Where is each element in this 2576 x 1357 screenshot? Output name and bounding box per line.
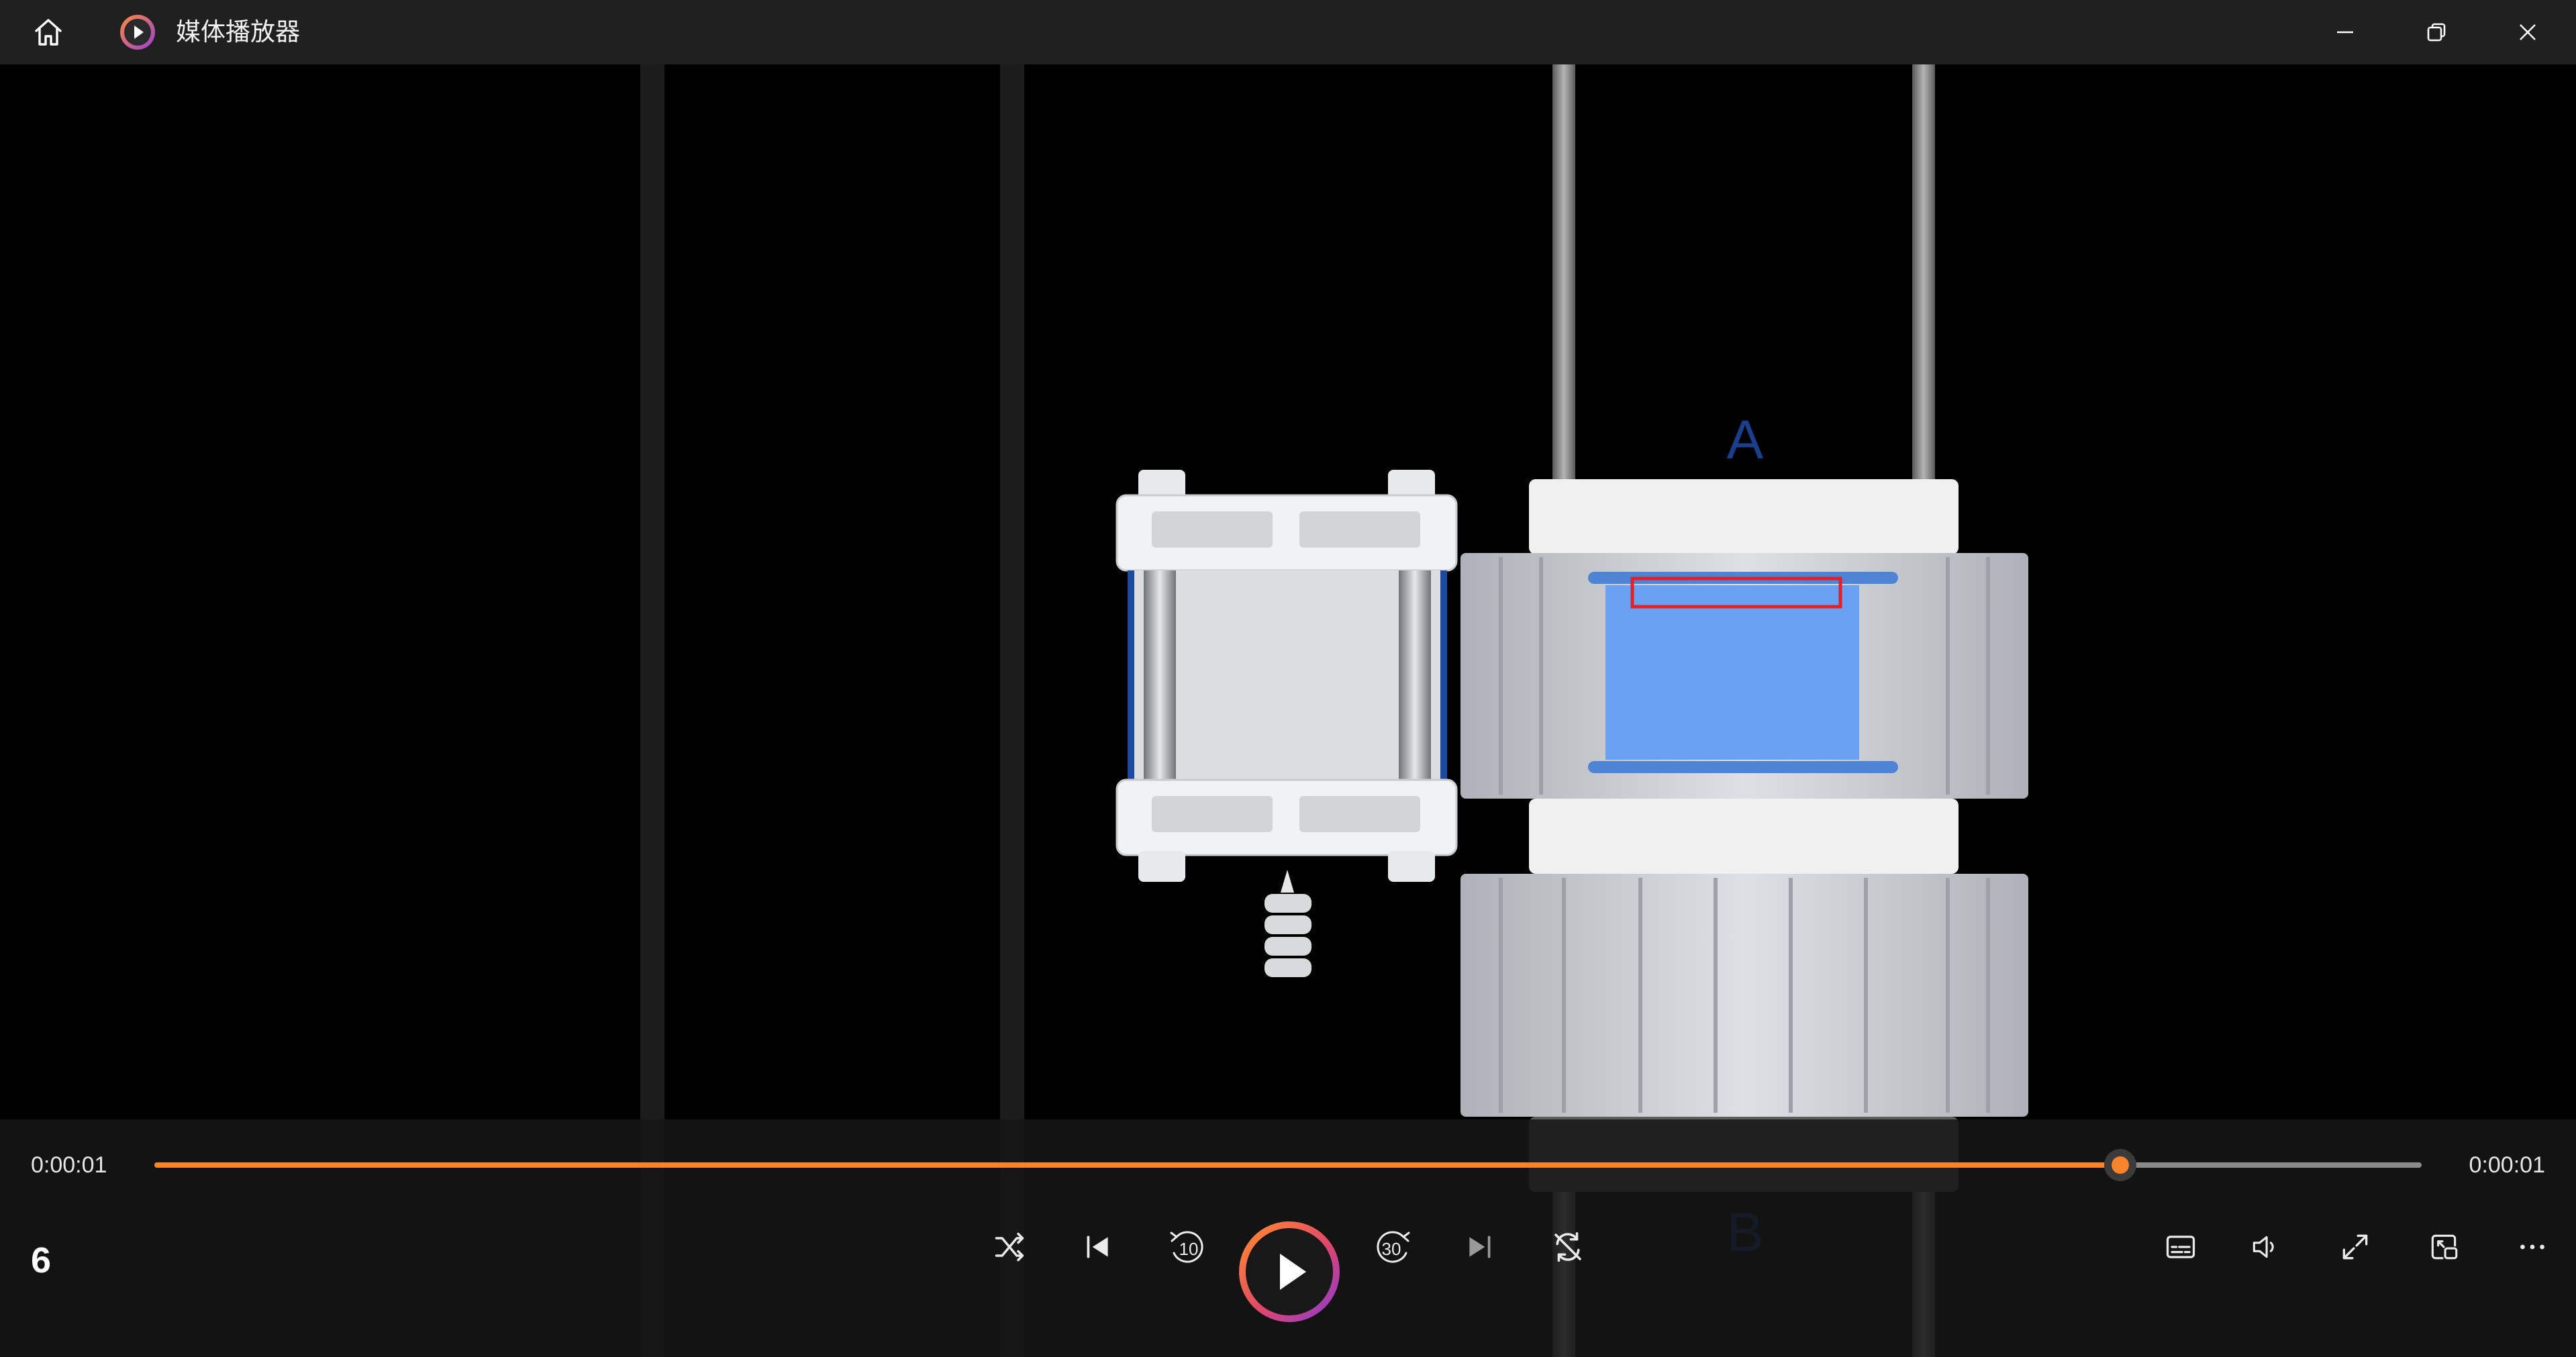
seek-thumb[interactable] [2103,1149,2136,1181]
right-assembly [1460,479,2028,1192]
play-button[interactable] [1238,1220,1341,1323]
fullscreen-button[interactable] [2334,1228,2376,1266]
label-a: A [1727,409,1764,470]
restore-button[interactable] [2408,0,2465,64]
minimize-button[interactable] [2317,0,2373,64]
rewind-label: 10 [1179,1239,1199,1259]
forward-label: 30 [1382,1239,1401,1259]
app-title: 媒体播放器 [176,17,300,46]
repeat-button[interactable] [1548,1227,1588,1267]
left-assembly [1116,470,1458,977]
close-icon [2520,24,2536,40]
home-button[interactable] [20,0,77,64]
more-options-button[interactable] [2512,1228,2553,1266]
fullscreen-icon [2342,1234,2368,1260]
rewind-10-icon: 10 [1170,1231,1203,1263]
restore-icon [2427,23,2446,42]
app-logo-icon [120,15,155,50]
next-icon [1469,1236,1491,1258]
forward-30-icon: 30 [1377,1231,1410,1263]
seek-progress [154,1162,2120,1168]
mini-player-button[interactable] [2423,1228,2465,1266]
play-icon [1239,1221,1340,1322]
subtitles-button[interactable] [2160,1228,2201,1266]
previous-icon [1087,1236,1108,1258]
app-logo [114,0,161,64]
rewind-10-button[interactable]: 10 [1164,1224,1211,1271]
media-player-window: 媒体播放器 A 0:00:01 0:00:01 6 10 30 [0,0,2576,1357]
home-icon [35,19,62,46]
total-time: 0:00:01 [2469,1152,2545,1178]
shuffle-button[interactable] [989,1227,1030,1267]
current-time: 0:00:01 [31,1152,107,1178]
shuffle-icon [995,1232,1024,1262]
mini-player-icon [2431,1234,2458,1260]
repeat-icon [1554,1232,1581,1262]
volume-icon [2252,1236,2274,1258]
seek-bar[interactable] [154,1149,2422,1181]
title-bar: 媒体播放器 [0,0,2576,64]
previous-button[interactable] [1078,1227,1118,1267]
volume-button[interactable] [2244,1228,2286,1266]
close-button[interactable] [2499,0,2556,64]
minimize-icon [2337,31,2353,34]
counter-overlay: 6 [31,1240,52,1280]
next-button[interactable] [1459,1227,1499,1267]
more-icon [2520,1244,2544,1250]
subtitles-icon [2166,1236,2195,1258]
forward-30-button[interactable]: 30 [1369,1224,1416,1271]
playback-controls: 0:00:01 0:00:01 6 10 30 [0,1119,2576,1357]
